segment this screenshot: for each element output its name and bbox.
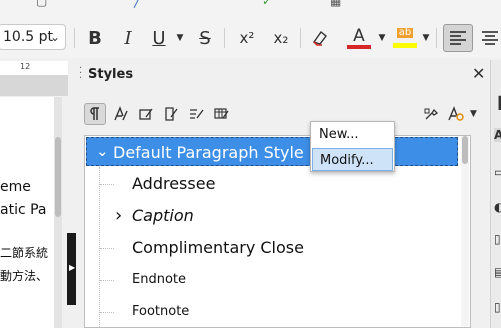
document-vertical-scrollbar[interactable] bbox=[54, 97, 62, 328]
highlight-color-dropdown[interactable]: ▼ bbox=[421, 26, 431, 50]
panel-title: Styles bbox=[88, 67, 134, 82]
toolbar-separator bbox=[436, 28, 437, 48]
ruler-mark: 12 bbox=[20, 62, 31, 71]
eraser-icon bbox=[312, 30, 327, 46]
style-label: Addressee bbox=[132, 174, 216, 193]
horizontal-ruler: 12 bbox=[0, 61, 68, 76]
style-label: Complimentary Close bbox=[132, 238, 304, 257]
document-page[interactable]: eme atic Pa 二節系統 動方法、 bbox=[0, 97, 56, 328]
bold-button[interactable]: B bbox=[84, 26, 106, 50]
design-icon[interactable]: ▯ bbox=[494, 300, 501, 314]
scrollbar-thumb[interactable] bbox=[55, 137, 61, 217]
tree-guide bbox=[100, 248, 114, 249]
font-size-value: 10.5 pt bbox=[3, 29, 53, 45]
menu-item-modify[interactable]: Modify... bbox=[312, 148, 393, 171]
drag-grip-icon[interactable]: · · · bbox=[79, 64, 82, 84]
underline-dropdown[interactable]: ▼ bbox=[174, 26, 186, 50]
style-label: Default Paragraph Style bbox=[113, 143, 304, 162]
style-row-caption[interactable]: › Caption bbox=[85, 200, 470, 232]
character-styles-icon[interactable] bbox=[110, 103, 132, 125]
align-left-button[interactable] bbox=[443, 24, 473, 52]
paragraph-styles-icon[interactable] bbox=[84, 103, 106, 125]
navigator-icon[interactable]: ◐ bbox=[494, 200, 501, 214]
gallery-icon[interactable]: ▭ bbox=[494, 165, 501, 179]
arrow-right-icon: ▶ bbox=[69, 263, 76, 272]
page-styles-icon[interactable] bbox=[160, 103, 182, 125]
check-icon[interactable]: ✓ bbox=[262, 0, 272, 8]
close-icon[interactable]: ✕ bbox=[472, 64, 485, 83]
underline-button[interactable]: U bbox=[148, 26, 170, 50]
toolbar-row-top: ▢ ╱ ✓ ▦ bbox=[0, 0, 501, 10]
highlighter-icon: ab bbox=[396, 27, 414, 38]
pen-icon[interactable]: ╱ bbox=[134, 0, 141, 8]
style-row-endnote[interactable]: Endnote bbox=[85, 264, 470, 296]
document-text-line: atic Pa bbox=[0, 202, 47, 218]
font-color-button[interactable]: A bbox=[344, 26, 374, 50]
font-color-swatch bbox=[347, 44, 371, 49]
italic-button[interactable]: I bbox=[118, 26, 138, 50]
align-center-button[interactable] bbox=[478, 26, 501, 50]
style-row-addressee[interactable]: Addressee bbox=[85, 168, 470, 200]
table-styles-icon[interactable] bbox=[210, 103, 232, 125]
tree-guide bbox=[100, 184, 114, 185]
style-list-scrollbar[interactable] bbox=[461, 136, 469, 326]
toolbar-separator bbox=[74, 28, 75, 48]
chevron-down-icon: ▼ bbox=[378, 33, 386, 43]
style-actions-button[interactable] bbox=[445, 103, 467, 125]
style-list[interactable]: ⌄ Default Paragraph Style Addressee › Ca… bbox=[84, 135, 471, 328]
sidebar-tabbar: ▐ A ▭ ◐ ▯ ▤ ▯ bbox=[490, 60, 501, 328]
styles-tab-icon[interactable]: A bbox=[494, 128, 501, 142]
superscript-button[interactable]: x² bbox=[234, 26, 260, 50]
document-text-line: 動方法、 bbox=[0, 269, 49, 283]
page-icon[interactable]: ▯ bbox=[494, 232, 501, 246]
frame-styles-icon[interactable] bbox=[135, 103, 157, 125]
tree-guide bbox=[100, 312, 114, 313]
font-color-dropdown[interactable]: ▼ bbox=[377, 26, 387, 50]
style-row-footnote[interactable]: Footnote bbox=[85, 296, 470, 328]
manage-changes-icon[interactable]: ▤ bbox=[494, 265, 501, 279]
highlight-color-button[interactable]: ab bbox=[390, 26, 420, 50]
align-left-icon bbox=[450, 31, 466, 45]
chevron-down-icon[interactable]: ▼ bbox=[470, 109, 477, 119]
style-context-menu: New... Modify... bbox=[310, 121, 395, 172]
menu-item-new[interactable]: New... bbox=[312, 123, 393, 146]
style-label: Footnote bbox=[132, 304, 190, 319]
collapse-icon[interactable]: ⌄ bbox=[96, 137, 109, 166]
clipboard-icon[interactable]: ▢ bbox=[36, 0, 47, 8]
style-label: Endnote bbox=[132, 272, 186, 287]
style-label: Caption bbox=[132, 206, 194, 225]
clear-formatting-button[interactable] bbox=[308, 26, 332, 50]
list-styles-icon[interactable] bbox=[185, 103, 207, 125]
document-text-line: eme bbox=[0, 179, 31, 195]
toolbar-separator bbox=[300, 28, 301, 48]
sidebar-collapse-handle[interactable]: ▶ bbox=[67, 233, 76, 305]
style-row-complimentary-close[interactable]: Complimentary Close bbox=[85, 232, 470, 264]
font-size-combobox[interactable]: 10.5 pt ⌄ bbox=[0, 24, 66, 50]
highlight-color-swatch bbox=[393, 43, 417, 48]
chevron-down-icon: ▼ bbox=[176, 33, 184, 43]
expand-icon[interactable]: › bbox=[115, 200, 122, 232]
table-icon[interactable]: ▦ bbox=[330, 0, 341, 8]
chevron-down-icon: ▼ bbox=[422, 33, 430, 43]
scrollbar-thumb[interactable] bbox=[462, 136, 468, 164]
chevron-down-icon[interactable]: ⌄ bbox=[50, 25, 60, 49]
strikethrough-button[interactable]: S bbox=[194, 26, 216, 50]
style-row-default-paragraph-style[interactable]: ⌄ Default Paragraph Style bbox=[86, 137, 458, 166]
properties-icon[interactable]: ▐ bbox=[494, 96, 501, 110]
fill-format-mode-icon[interactable] bbox=[420, 103, 442, 125]
tree-guide bbox=[100, 280, 114, 281]
toolbar-separator bbox=[224, 28, 225, 48]
document-text-line: 二節系統 bbox=[0, 246, 49, 260]
letter-a-icon: A bbox=[353, 25, 365, 46]
document-gap bbox=[0, 76, 68, 96]
align-center-icon bbox=[482, 31, 498, 45]
subscript-button[interactable]: x₂ bbox=[268, 26, 294, 50]
